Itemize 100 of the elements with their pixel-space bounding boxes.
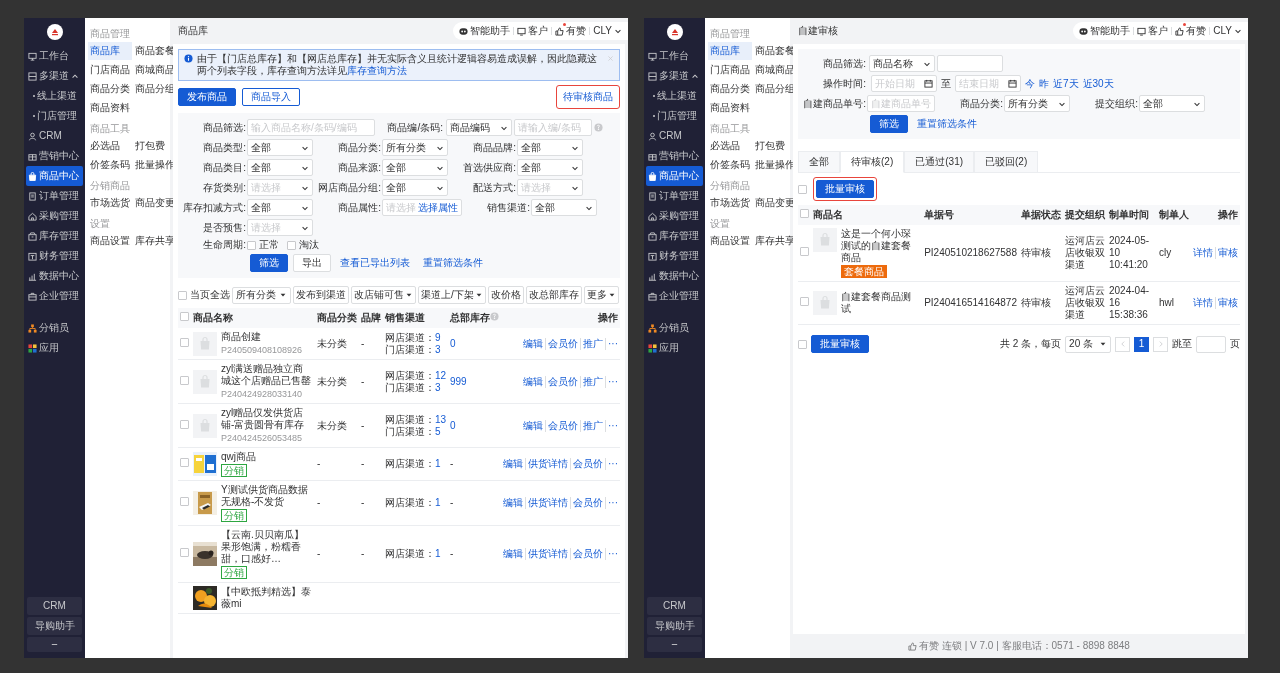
submenu-item[interactable]: 价签条码 <box>708 156 752 174</box>
submenu-item[interactable]: 商品设置 <box>708 232 752 250</box>
page-button[interactable]: 1 <box>1134 336 1149 352</box>
submenu-item[interactable]: 门店商品 <box>708 61 752 79</box>
submenu-item[interactable]: 市场选货 <box>708 194 752 212</box>
action-button[interactable]: 发布到渠道 <box>293 286 349 304</box>
row-action-link[interactable]: 编辑 <box>503 458 523 470</box>
row-action-link[interactable]: 推广 <box>580 375 603 388</box>
action-link[interactable]: 待审核商品 <box>559 88 617 106</box>
date-shortcut-link[interactable]: 今 <box>1025 77 1035 90</box>
date-shortcut-link[interactable]: 近7天 <box>1053 77 1079 90</box>
row-action-link[interactable]: 供货详情 <box>525 458 568 470</box>
action-button[interactable]: 批量审核 <box>816 180 874 198</box>
checkbox[interactable]: 正常 <box>247 239 279 251</box>
row-checkbox[interactable] <box>180 548 189 557</box>
submenu-item[interactable]: 商品套餐 <box>133 42 177 60</box>
nav-item[interactable]: 数据中心 <box>646 266 703 286</box>
row-action-link[interactable]: ··· <box>605 458 618 470</box>
row-action-link[interactable]: 审核 <box>1215 247 1238 259</box>
nav-item[interactable]: 营销中心 <box>646 146 703 166</box>
nav-item[interactable]: 工作台 <box>26 46 83 66</box>
submenu-item[interactable]: 打包费 <box>753 137 797 155</box>
user-menu[interactable]: CLY <box>1213 25 1242 37</box>
submenu-item[interactable]: 价签条码 <box>88 156 132 174</box>
row-action-link[interactable]: 会员价 <box>545 337 578 350</box>
submenu-item[interactable]: 门店商品 <box>88 61 132 79</box>
nav-item[interactable]: 营销中心 <box>26 146 83 166</box>
select-field[interactable]: 全部 <box>531 199 597 216</box>
nav-item[interactable]: 库存管理 <box>26 226 83 246</box>
row-action-link[interactable]: ··· <box>605 337 618 350</box>
nav-item[interactable]: 应用 <box>646 338 703 358</box>
row-checkbox[interactable] <box>180 337 189 347</box>
nav-item[interactable]: 多渠道 <box>26 66 83 86</box>
submenu-item[interactable]: 必选品 <box>708 137 752 155</box>
row-action-link[interactable]: 会员价 <box>570 548 603 560</box>
text-field[interactable] <box>937 55 1003 72</box>
nav-item[interactable]: 线上渠道 <box>26 86 83 106</box>
select-field[interactable]: 全部 <box>382 179 448 196</box>
row-action-link[interactable]: 供货详情 <box>525 548 568 560</box>
nav-item[interactable]: 订单管理 <box>646 186 703 206</box>
submenu-item[interactable]: 商品库 <box>88 42 132 60</box>
submenu-item[interactable]: 商品设置 <box>88 232 132 250</box>
stock-link[interactable]: 0 <box>450 337 456 349</box>
submenu-item[interactable]: 批量操作 <box>753 156 797 174</box>
nav-item[interactable]: 商品中心 <box>646 166 703 186</box>
nav-item[interactable]: 财务管理 <box>26 246 83 266</box>
select-field[interactable]: 商品编码 <box>446 119 512 136</box>
action-button[interactable]: 导出 <box>293 254 331 272</box>
submenu-item[interactable]: 批量操作 <box>133 156 177 174</box>
customer-button[interactable]: 客户 <box>1137 25 1169 37</box>
nav-item[interactable]: 门店管理 <box>26 106 83 126</box>
action-button[interactable]: 发布商品 <box>178 88 236 106</box>
submenu-item[interactable]: 商品资料 <box>88 99 132 117</box>
select-field[interactable]: 全部 <box>517 159 583 176</box>
nav-item[interactable]: 财务管理 <box>646 246 703 266</box>
submenu-item[interactable]: 商品资料 <box>708 99 752 117</box>
like-button[interactable]: 有赞 <box>1175 25 1207 37</box>
user-menu[interactable]: CLY <box>593 25 622 37</box>
nav-item[interactable]: 工作台 <box>646 46 703 66</box>
row-action-link[interactable]: 编辑 <box>523 337 543 350</box>
submenu-item[interactable]: 商品分类 <box>88 80 132 98</box>
select-field[interactable]: 全部 <box>1139 95 1205 112</box>
stock-link[interactable]: 0 <box>450 419 456 431</box>
nav-item[interactable]: 采购管理 <box>646 206 703 226</box>
page-number-field[interactable] <box>1196 335 1226 353</box>
like-button[interactable]: 有赞 <box>555 25 587 37</box>
row-action-link[interactable]: ··· <box>605 375 618 388</box>
nav-item[interactable]: 订单管理 <box>26 186 83 206</box>
nav-item[interactable]: CRM <box>646 126 703 146</box>
nav-item[interactable]: 分销员 <box>646 318 703 338</box>
row-action-link[interactable]: 推广 <box>580 419 603 432</box>
select-attribute-link[interactable]: 选择属性 <box>418 201 458 214</box>
row-action-link[interactable]: 编辑 <box>503 548 523 560</box>
dropdown-button[interactable]: 渠道上/下架 <box>418 286 486 304</box>
action-button[interactable]: 改价格 <box>487 286 524 304</box>
action-button[interactable]: 筛选 <box>250 254 288 272</box>
submenu-item[interactable]: 商品套餐 <box>753 42 797 60</box>
nav-item[interactable]: CRM <box>26 126 83 146</box>
nav-item[interactable]: 应用 <box>26 338 83 358</box>
next-page-button[interactable] <box>1153 336 1168 352</box>
checkbox[interactable] <box>180 312 189 321</box>
date-shortcut-link[interactable]: 近30天 <box>1082 77 1114 90</box>
assistant-button[interactable]: 智能助手 <box>1079 25 1131 37</box>
row-action-link[interactable]: 会员价 <box>545 375 578 388</box>
submenu-item[interactable]: 市场选货 <box>88 194 132 212</box>
submenu-item[interactable]: 商品库 <box>708 42 752 60</box>
action-button[interactable]: 改总部库存 <box>525 286 582 304</box>
row-checkbox[interactable] <box>180 375 189 385</box>
nav-item[interactable]: 线上渠道 <box>646 86 703 106</box>
submenu-item[interactable]: 必选品 <box>88 137 132 155</box>
action-link[interactable]: 重置筛选条件 <box>913 115 981 133</box>
row-checkbox[interactable] <box>180 419 189 429</box>
assistant-button[interactable]: 智能助手 <box>459 25 511 37</box>
row-action-link[interactable]: 供货详情 <box>525 497 568 509</box>
action-button[interactable]: 筛选 <box>870 115 908 133</box>
nav-item[interactable]: 企业管理 <box>26 286 83 306</box>
select-field[interactable]: 全部 <box>517 139 583 156</box>
shortcut-button[interactable]: CRM <box>27 597 82 615</box>
nav-item[interactable]: 数据中心 <box>26 266 83 286</box>
row-action-link[interactable]: 审核 <box>1215 297 1238 309</box>
